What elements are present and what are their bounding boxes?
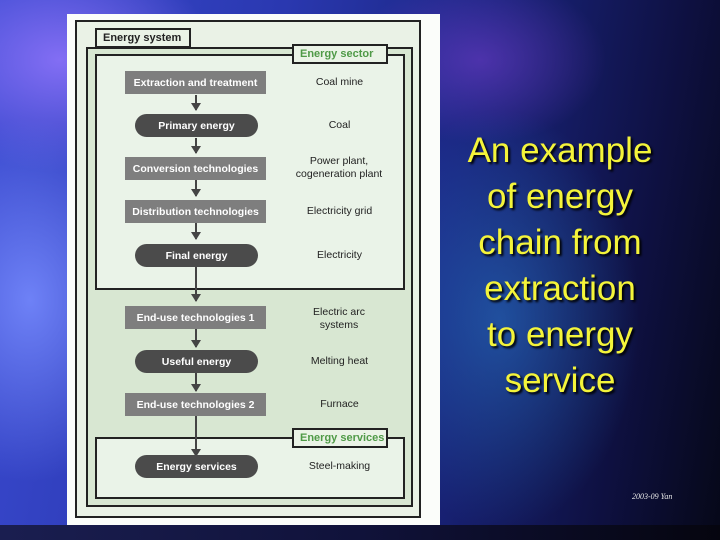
flow-arrow: [191, 416, 201, 457]
flow-arrow: [191, 329, 201, 348]
title-line: to energy: [487, 315, 633, 354]
energy-sector-label: Energy sector: [292, 44, 388, 64]
example-furnace: Furnace: [320, 398, 359, 410]
flow-arrow: [191, 267, 201, 302]
stage-primary-energy: Primary energy: [135, 114, 258, 137]
stage-energy-services: Energy services: [135, 455, 258, 478]
title-line: of energy: [487, 177, 633, 216]
stage-useful-energy: Useful energy: [135, 350, 258, 373]
example-electricity: Electricity: [317, 249, 362, 261]
example-electricity-grid: Electricity grid: [306, 205, 373, 217]
diagram-panel: Energy system Energy sector Energy servi…: [67, 14, 440, 525]
example-coal-mine: Coal mine: [315, 76, 364, 88]
stage-distribution-technologies: Distribution technologies: [125, 200, 266, 223]
slide-footer: 2003-09 Yan: [632, 492, 673, 501]
flow-arrow: [191, 180, 201, 197]
title-line: service: [504, 361, 616, 400]
stage-extraction-and-treatment: Extraction and treatment: [125, 71, 266, 94]
title-line: chain from: [478, 223, 642, 262]
flow-arrow: [191, 95, 201, 111]
title-line: extraction: [484, 269, 636, 308]
stage-end-use-technologies-2: End-use technologies 2: [125, 393, 266, 416]
slide-title: An example of energy chain from extracti…: [440, 128, 680, 404]
slide-bottom-band: [0, 525, 720, 540]
example-steel-making: Steel-making: [308, 460, 371, 472]
example-coal: Coal: [328, 119, 351, 131]
example-electric-arc-systems: Electric arc systems: [313, 306, 365, 331]
example-power-plant: Power plant, cogeneration plant: [295, 155, 383, 180]
stage-conversion-technologies: Conversion technologies: [125, 157, 266, 180]
example-melting-heat: Melting heat: [310, 355, 369, 367]
stage-final-energy: Final energy: [135, 244, 258, 267]
energy-system-label: Energy system: [95, 28, 191, 48]
energy-services-label: Energy services: [292, 428, 388, 448]
flow-arrow: [191, 138, 201, 154]
flow-arrow: [191, 373, 201, 392]
title-line: An example: [467, 131, 653, 170]
flow-arrow: [191, 223, 201, 240]
stage-end-use-technologies-1: End-use technologies 1: [125, 306, 266, 329]
